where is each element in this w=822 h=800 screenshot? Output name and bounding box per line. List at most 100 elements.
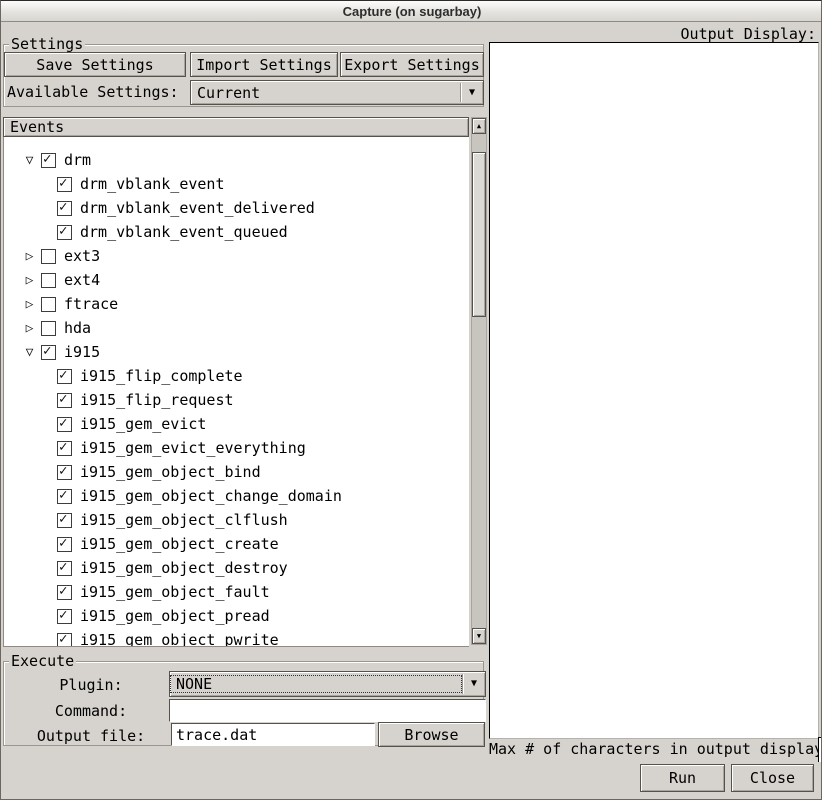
event-checkbox[interactable] bbox=[41, 153, 56, 168]
scroll-down-icon: ▼ bbox=[477, 633, 481, 640]
command-label: Command: bbox=[16, 702, 166, 720]
scroll-down-button[interactable]: ▼ bbox=[472, 628, 486, 644]
event-label: i915_gem_object_pread bbox=[80, 607, 270, 625]
title-bar[interactable]: Capture (on sugarbay) bbox=[1, 1, 822, 22]
tree-row[interactable]: i915_gem_object_destroy bbox=[4, 556, 469, 580]
event-label: ext4 bbox=[64, 271, 100, 289]
window-title: Capture (on sugarbay) bbox=[343, 4, 482, 19]
tree-row[interactable]: i915_gem_object_fault bbox=[4, 580, 469, 604]
event-label: i915_gem_object_clflush bbox=[80, 511, 288, 529]
available-settings-value: Current bbox=[191, 84, 460, 102]
tree-row[interactable]: i915_gem_object_change_domain bbox=[4, 484, 469, 508]
event-checkbox[interactable] bbox=[41, 273, 56, 288]
output-display-area[interactable] bbox=[489, 42, 819, 739]
tree-row[interactable]: i915_gem_object_clflush bbox=[4, 508, 469, 532]
event-checkbox[interactable] bbox=[57, 393, 72, 408]
event-checkbox[interactable] bbox=[57, 369, 72, 384]
tree-row[interactable]: i915_gem_evict bbox=[4, 412, 469, 436]
event-checkbox[interactable] bbox=[57, 225, 72, 240]
available-settings-label: Available Settings: bbox=[7, 83, 179, 101]
plugin-value: NONE bbox=[170, 675, 462, 693]
tree-row[interactable]: ▷ hda bbox=[4, 316, 469, 340]
output-display-label: Output Display: bbox=[681, 25, 816, 43]
event-checkbox[interactable] bbox=[57, 585, 72, 600]
event-checkbox[interactable] bbox=[57, 633, 72, 648]
tree-row[interactable]: i915_flip_request bbox=[4, 388, 469, 412]
tree-row[interactable]: drm_vblank_event_queued bbox=[4, 220, 469, 244]
event-checkbox[interactable] bbox=[57, 177, 72, 192]
scrollbar-thumb[interactable] bbox=[472, 152, 486, 317]
tree-row[interactable]: ▷ ext3 bbox=[4, 244, 469, 268]
event-checkbox[interactable] bbox=[57, 465, 72, 480]
event-checkbox[interactable] bbox=[57, 537, 72, 552]
plugin-select[interactable]: NONE ▼ bbox=[169, 671, 486, 697]
capture-window: Capture (on sugarbay) Settings Save Sett… bbox=[0, 0, 822, 800]
execute-frame-label: Execute bbox=[9, 652, 76, 670]
import-settings-button[interactable]: Import Settings bbox=[190, 52, 338, 77]
close-label: Close bbox=[750, 769, 795, 787]
event-checkbox[interactable] bbox=[57, 201, 72, 216]
event-checkbox[interactable] bbox=[41, 321, 56, 336]
event-checkbox[interactable] bbox=[57, 609, 72, 624]
settings-frame-label: Settings bbox=[9, 35, 85, 53]
event-checkbox[interactable] bbox=[41, 297, 56, 312]
expander-collapsed-icon[interactable]: ▷ bbox=[23, 274, 36, 287]
event-label: i915_gem_object_change_domain bbox=[80, 487, 342, 505]
tree-row[interactable]: i915_flip_complete bbox=[4, 364, 469, 388]
tree-row[interactable]: drm_vblank_event_delivered bbox=[4, 196, 469, 220]
event-checkbox[interactable] bbox=[41, 345, 56, 360]
event-label: i915 bbox=[64, 343, 100, 361]
tree-row[interactable]: ▽ i915 bbox=[4, 340, 469, 364]
event-label: i915_gem_evict bbox=[80, 415, 206, 433]
close-button[interactable]: Close bbox=[731, 764, 814, 792]
event-label: drm_vblank_event bbox=[80, 175, 225, 193]
event-label: hda bbox=[64, 319, 91, 337]
tree-row[interactable]: ▽ drm bbox=[4, 148, 469, 172]
browse-label: Browse bbox=[404, 726, 458, 744]
expander-open-icon[interactable]: ▽ bbox=[23, 346, 36, 359]
command-input[interactable] bbox=[169, 699, 486, 722]
tree-row[interactable]: i915_gem_evict_everything bbox=[4, 436, 469, 460]
import-settings-label: Import Settings bbox=[196, 56, 331, 74]
run-button[interactable]: Run bbox=[640, 764, 725, 792]
output-file-label: Output file: bbox=[16, 727, 166, 745]
event-label: ftrace bbox=[64, 295, 118, 313]
expander-collapsed-icon[interactable]: ▷ bbox=[23, 322, 36, 335]
export-settings-button[interactable]: Export Settings bbox=[340, 52, 484, 77]
event-checkbox[interactable] bbox=[57, 513, 72, 528]
tree-row[interactable]: i915_gem_object_pwrite bbox=[4, 628, 469, 647]
event-label: i915_gem_object_destroy bbox=[80, 559, 288, 577]
output-file-input[interactable] bbox=[171, 723, 375, 746]
expander-open-icon[interactable]: ▽ bbox=[23, 154, 36, 167]
plugin-label: Plugin: bbox=[16, 676, 166, 694]
event-checkbox[interactable] bbox=[57, 489, 72, 504]
tree-row[interactable]: drm_vblank_event bbox=[4, 172, 469, 196]
events-column-header[interactable]: Events bbox=[3, 117, 469, 137]
event-label: i915_gem_object_fault bbox=[80, 583, 270, 601]
event-checkbox[interactable] bbox=[41, 249, 56, 264]
run-label: Run bbox=[669, 769, 696, 787]
tree-row[interactable]: ▷ ext4 bbox=[4, 268, 469, 292]
tree-row[interactable]: ▷ ftrace bbox=[4, 292, 469, 316]
save-settings-label: Save Settings bbox=[36, 56, 153, 74]
tree-row[interactable]: i915_gem_object_pread bbox=[4, 604, 469, 628]
event-label: drm_vblank_event_queued bbox=[80, 223, 288, 241]
event-checkbox[interactable] bbox=[57, 441, 72, 456]
event-checkbox[interactable] bbox=[57, 417, 72, 432]
available-settings-select[interactable]: Current ▼ bbox=[190, 80, 484, 105]
event-label: i915_gem_object_pwrite bbox=[80, 631, 279, 647]
event-label: drm bbox=[64, 151, 91, 169]
browse-button[interactable]: Browse bbox=[378, 722, 485, 747]
events-scrollbar[interactable]: ▲ ▼ bbox=[471, 117, 487, 645]
scroll-up-button[interactable]: ▲ bbox=[472, 118, 486, 134]
expander-collapsed-icon[interactable]: ▷ bbox=[23, 298, 36, 311]
tree-row[interactable]: i915_gem_object_bind bbox=[4, 460, 469, 484]
event-label: i915_gem_evict_everything bbox=[80, 439, 306, 457]
tree-row[interactable]: i915_gem_object_create bbox=[4, 532, 469, 556]
event-label: i915_gem_object_bind bbox=[80, 463, 261, 481]
event-checkbox[interactable] bbox=[57, 561, 72, 576]
save-settings-button[interactable]: Save Settings bbox=[4, 52, 186, 77]
max-chars-label: Max # of characters in output display bbox=[489, 740, 822, 758]
max-chars-input[interactable] bbox=[818, 737, 822, 762]
expander-collapsed-icon[interactable]: ▷ bbox=[23, 250, 36, 263]
